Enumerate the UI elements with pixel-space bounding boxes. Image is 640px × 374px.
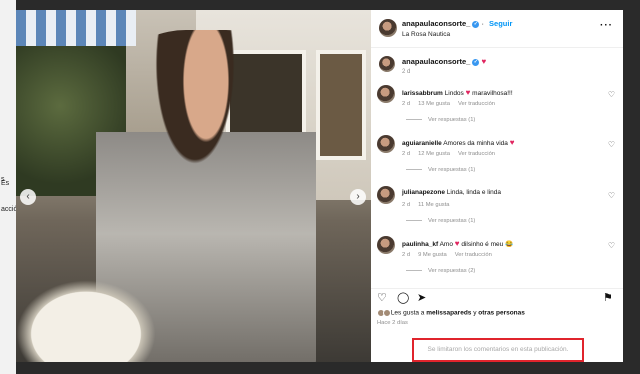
comment-body: maravilhosa!!! (472, 90, 513, 97)
heart-icon[interactable]: ♡ (608, 90, 615, 99)
comment-age: 2 d (402, 202, 411, 208)
comments-limited-notice: Se limitaron los comentarios en esta pub… (412, 338, 584, 362)
heart-icon[interactable]: ♡ (377, 293, 387, 304)
verified-icon: ✓ (472, 58, 480, 66)
comment-username[interactable]: aguiaranielle (402, 140, 442, 147)
photo-plate (16, 280, 156, 362)
comment-username[interactable]: larissabbrum (402, 90, 443, 97)
translate-link[interactable]: Ver traducción (455, 252, 492, 258)
heart-emoji-icon: ♥ (454, 239, 460, 248)
likes-summary[interactable]: Les gusta a melissapareds y otras person… (377, 309, 525, 317)
comment: aguiaranielle Amores da minha vida ♥ 2 d… (371, 135, 623, 185)
likes-others[interactable]: otras personas (478, 310, 525, 317)
likes-username[interactable]: melissapareds (426, 310, 471, 317)
heart-emoji-icon: ♥ (509, 138, 515, 147)
photo-awning (16, 10, 136, 46)
verified-icon: ✓ (472, 20, 480, 28)
share-icon[interactable]: ➤ (417, 293, 426, 304)
comment-body: Linda, linda e linda (446, 189, 502, 196)
comment-username[interactable]: julianapezone (402, 189, 445, 196)
avatar[interactable] (379, 19, 397, 37)
author-line: anapaulaconsorte_ ✓ · Seguir (402, 19, 513, 28)
view-replies-link[interactable]: Ver respuestas (1) (406, 117, 475, 123)
avatar[interactable] (377, 236, 395, 254)
comment-text: paulinha_kf Amo ♥ dilsinho é meu 😂 (402, 239, 513, 248)
post-timestamp: Hace 2 días (377, 320, 408, 326)
comment-icon[interactable]: ◯ (397, 293, 409, 304)
follow-button[interactable]: Seguir (489, 19, 512, 28)
likes-prefix: Les gusta a (390, 309, 425, 317)
avatar[interactable] (377, 135, 395, 153)
avatar[interactable] (377, 85, 395, 103)
comment-username[interactable]: paulinha_kf (402, 241, 438, 248)
comment-body: Amores da minha vida (443, 140, 508, 147)
photo-window (316, 50, 366, 160)
comment: julianapezone Linda, linda e linda 2 d 11… (371, 186, 623, 236)
avatar[interactable] (377, 186, 395, 204)
comment: paulinha_kf Amo ♥ dilsinho é meu 😂 2 d 9 … (371, 236, 623, 286)
location-link[interactable]: La Rosa Nautica (402, 31, 450, 38)
chevron-left-icon[interactable]: ‹ (20, 189, 36, 205)
heart-emoji-icon: ♥ (465, 88, 471, 97)
chevron-right-icon[interactable]: › (350, 189, 366, 205)
comment-text: larissabbrum Lindos ♥ maravilhosa!!! (402, 88, 513, 97)
strip-text: Es (1, 180, 10, 187)
comment-likes[interactable]: 9 Me gusta (418, 252, 447, 258)
comment-age: 2 d (402, 252, 411, 258)
view-replies-link[interactable]: Ver respuestas (1) (406, 218, 475, 224)
avatar (383, 309, 391, 317)
caption-line: anapaulaconsorte_ ✓ ♥ (402, 57, 486, 66)
view-replies-link[interactable]: Ver respuestas (1) (406, 167, 475, 173)
heart-emoji-icon: ♥ (481, 57, 487, 66)
comment-text: julianapezone Linda, linda e linda (402, 189, 501, 196)
comment-meta: 2 d 12 Me gusta Ver traducción (402, 151, 503, 157)
comment-meta: 2 d 13 Me gusta Ver traducción (402, 101, 503, 107)
comment-likes[interactable]: 12 Me gusta (418, 151, 450, 157)
more-horizontal-icon[interactable]: ··· (600, 20, 613, 31)
comment-meta: 2 d 9 Me gusta Ver traducción (402, 252, 500, 258)
caption-username[interactable]: anapaulaconsorte_ (402, 57, 470, 66)
caption-age: 2 d (402, 69, 411, 75)
comment-age: 2 d (402, 101, 411, 107)
heart-icon[interactable]: ♡ (608, 191, 615, 200)
background-page-strip (623, 0, 640, 374)
comment: larissabbrum Lindos ♥ maravilhosa!!! 2 d… (371, 85, 623, 135)
action-bar: ♡ ◯ ➤ ⚑ (371, 288, 623, 304)
comment-meta: 2 d 11 Me gusta (402, 202, 458, 208)
heart-icon[interactable]: ♡ (608, 140, 615, 149)
comment-likes[interactable]: 13 Me gusta (418, 101, 450, 107)
comment-age: 2 d (402, 151, 411, 157)
author-username[interactable]: anapaulaconsorte_ (402, 19, 470, 28)
avatar[interactable] (379, 56, 395, 72)
background-page-strip: s Es acción (0, 0, 21, 374)
comment-body: Lindos (444, 90, 464, 97)
post-photo[interactable]: ‹ › (16, 10, 371, 362)
comment-body: dilsinho é meu 😂 (461, 241, 514, 248)
translate-link[interactable]: Ver traducción (458, 151, 495, 157)
bookmark-icon[interactable]: ⚑ (603, 293, 613, 304)
heart-icon[interactable]: ♡ (608, 241, 615, 250)
screenshot: s Es acción ‹ › anapaulaconsorte_ ✓ · Seg… (0, 0, 640, 374)
post-side-panel: anapaulaconsorte_ ✓ · Seguir La Rosa Naut… (371, 10, 623, 362)
comment-likes[interactable]: 11 Me gusta (418, 202, 449, 208)
post-header: anapaulaconsorte_ ✓ · Seguir La Rosa Naut… (371, 10, 623, 48)
translate-link[interactable]: Ver traducción (458, 101, 495, 107)
view-replies-link[interactable]: Ver respuestas (2) (406, 268, 475, 274)
comment-body: Amo (439, 241, 453, 248)
comment-text: aguiaranielle Amores da minha vida ♥ (402, 138, 514, 147)
likes-conjunction: y (473, 309, 477, 317)
